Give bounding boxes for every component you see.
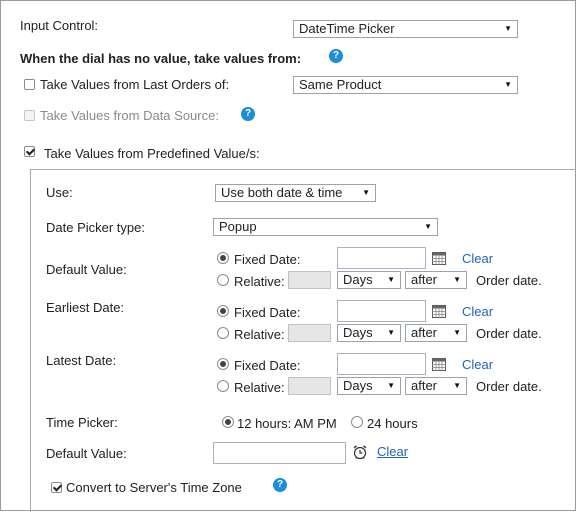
earliest-relative-label: Relative: xyxy=(234,327,285,342)
default-value-label: Default Value: xyxy=(46,262,127,277)
alarm-clock-icon[interactable] xyxy=(352,444,368,460)
chevron-down-icon: ▼ xyxy=(453,381,461,390)
chevron-down-icon: ▼ xyxy=(387,328,395,337)
earliest-unit-value: Days xyxy=(343,325,373,340)
data-source-checkbox[interactable] xyxy=(24,110,35,121)
default-unit-select[interactable]: Days ▼ xyxy=(337,271,401,289)
default-fixed-date-input[interactable] xyxy=(337,247,426,269)
last-orders-value: Same Product xyxy=(299,77,382,92)
default-order-date-suffix: Order date. xyxy=(476,273,542,288)
calendar-icon[interactable] xyxy=(432,358,446,371)
use-value: Use both date & time xyxy=(221,185,343,200)
convert-timezone-label: Convert to Server's Time Zone xyxy=(66,480,242,495)
latest-fixed-date-input[interactable] xyxy=(337,353,426,375)
chevron-down-icon: ▼ xyxy=(504,80,512,89)
default-unit-value: Days xyxy=(343,272,373,287)
chevron-down-icon: ▼ xyxy=(387,381,395,390)
chevron-down-icon: ▼ xyxy=(387,275,395,284)
earliest-direction-value: after xyxy=(411,325,438,340)
default-fixed-date-label: Fixed Date: xyxy=(234,252,301,267)
default-fixed-date-radio[interactable] xyxy=(217,252,229,264)
time-clear-link[interactable]: Clear xyxy=(377,444,408,459)
input-control-select[interactable]: DateTime Picker ▼ xyxy=(293,20,518,38)
date-picker-type-value: Popup xyxy=(219,219,257,234)
earliest-unit-select[interactable]: Days ▼ xyxy=(337,324,401,342)
time-24-hours-label: 24 hours xyxy=(367,416,418,431)
latest-relative-label: Relative: xyxy=(234,380,285,395)
help-icon[interactable]: ? xyxy=(329,49,343,63)
default-relative-radio[interactable] xyxy=(217,274,229,286)
latest-unit-value: Days xyxy=(343,378,373,393)
earliest-fixed-date-label: Fixed Date: xyxy=(234,305,301,320)
data-source-label: Take Values from Data Source: xyxy=(40,108,219,123)
chevron-down-icon: ▼ xyxy=(424,222,432,231)
latest-relative-radio[interactable] xyxy=(217,380,229,392)
help-icon[interactable]: ? xyxy=(241,107,255,121)
default-relative-input[interactable] xyxy=(288,271,331,289)
earliest-relative-input[interactable] xyxy=(288,324,331,342)
calendar-icon[interactable] xyxy=(432,252,446,265)
time-picker-label: Time Picker: xyxy=(46,415,118,430)
earliest-clear-link[interactable]: Clear xyxy=(462,304,493,319)
date-picker-type-select[interactable]: Popup ▼ xyxy=(213,218,438,236)
input-control-label: Input Control: xyxy=(20,18,99,33)
earliest-date-label: Earliest Date: xyxy=(46,300,125,315)
use-select[interactable]: Use both date & time ▼ xyxy=(215,184,376,202)
default-clear-link[interactable]: Clear xyxy=(462,251,493,266)
latest-clear-link[interactable]: Clear xyxy=(462,357,493,372)
earliest-fixed-date-input[interactable] xyxy=(337,300,426,322)
chevron-down-icon: ▼ xyxy=(453,328,461,337)
latest-relative-input[interactable] xyxy=(288,377,331,395)
earliest-direction-select[interactable]: after ▼ xyxy=(405,324,467,342)
latest-unit-select[interactable]: Days ▼ xyxy=(337,377,401,395)
predefined-values-checkbox[interactable] xyxy=(24,146,35,157)
calendar-icon[interactable] xyxy=(432,305,446,318)
time-12-hours-radio[interactable] xyxy=(222,416,234,428)
chevron-down-icon: ▼ xyxy=(362,188,370,197)
latest-date-label: Latest Date: xyxy=(46,353,117,368)
time-default-value-input[interactable] xyxy=(213,442,346,464)
help-icon[interactable]: ? xyxy=(273,478,287,492)
earliest-order-date-suffix: Order date. xyxy=(476,326,542,341)
input-control-value: DateTime Picker xyxy=(299,21,395,36)
default-direction-value: after xyxy=(411,272,438,287)
time-default-value-label: Default Value: xyxy=(46,446,127,461)
last-orders-select[interactable]: Same Product ▼ xyxy=(293,76,518,94)
date-picker-type-label: Date Picker type: xyxy=(46,220,145,235)
use-label: Use: xyxy=(46,185,73,200)
time-24-hours-radio[interactable] xyxy=(351,416,363,428)
latest-direction-select[interactable]: after ▼ xyxy=(405,377,467,395)
latest-fixed-date-radio[interactable] xyxy=(217,358,229,370)
predefined-values-label: Take Values from Predefined Value/s: xyxy=(44,146,260,161)
latest-direction-value: after xyxy=(411,378,438,393)
default-relative-label: Relative: xyxy=(234,274,285,289)
dial-no-value-heading: When the dial has no value, take values … xyxy=(20,51,302,66)
default-direction-select[interactable]: after ▼ xyxy=(405,271,467,289)
latest-order-date-suffix: Order date. xyxy=(476,379,542,394)
last-orders-checkbox[interactable] xyxy=(24,79,35,90)
chevron-down-icon: ▼ xyxy=(453,275,461,284)
latest-fixed-date-label: Fixed Date: xyxy=(234,358,301,373)
earliest-relative-radio[interactable] xyxy=(217,327,229,339)
convert-timezone-checkbox[interactable] xyxy=(51,482,62,493)
last-orders-label: Take Values from Last Orders of: xyxy=(40,77,230,92)
chevron-down-icon: ▼ xyxy=(504,24,512,33)
time-12-hours-label: 12 hours: AM PM xyxy=(237,416,337,431)
earliest-fixed-date-radio[interactable] xyxy=(217,305,229,317)
